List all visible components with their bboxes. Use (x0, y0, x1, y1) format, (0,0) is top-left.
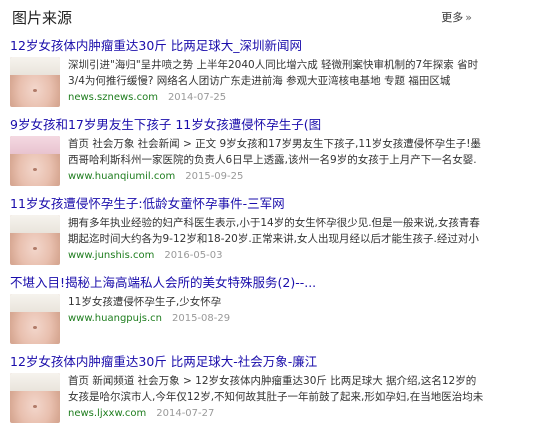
result-meta: news.ljxxw.com 2014-07-27 (68, 407, 214, 421)
result-snippet: 11岁女孩遭侵怀孕生子,少女怀孕 (68, 296, 222, 308)
result-thumbnail[interactable] (10, 136, 60, 186)
result-snippet: 拥有多年执业经验的妇产科医生表示,小于14岁的女生怀孕很少见.但是一般来说,女孩… (68, 217, 480, 245)
result-meta: www.junshis.com 2016-05-03 (68, 249, 222, 263)
navel (33, 89, 37, 92)
navel (33, 168, 37, 171)
result-title-link[interactable]: 不堪入目!揭秘上海高端私人会所的美女特殊服务(2)--... (10, 274, 485, 291)
result-title-link[interactable]: 12岁女孩体内肿瘤重达30斤 比两足球大_深圳新闻网 (10, 37, 485, 54)
result-title-link[interactable]: 12岁女孩体内肿瘤重达30斤 比两足球大-社会万象-廉江 (10, 353, 485, 370)
thumbnail-image (10, 294, 60, 312)
result-date: 2016-05-03 (164, 250, 223, 261)
more-label: 更多 (441, 11, 464, 24)
result-item: 12岁女孩体内肿瘤重达30斤 比两足球大-社会万象-廉江 首页 新闻频道 社会万… (10, 353, 485, 435)
result-snippet: 深圳引进"海归"呈井喷之势 上半年2040人同比增六成 轻微刑案快审机制的7年探… (68, 59, 479, 87)
result-meta: www.huangpujs.cn 2015-08-29 (68, 312, 230, 326)
result-title-link[interactable]: 11岁女孩遭侵怀孕生子:低龄女童怀孕事件-三军网 (10, 195, 485, 212)
result-thumbnail[interactable] (10, 215, 60, 265)
result-source[interactable]: news.sznews.com (68, 92, 158, 103)
result-item: 不堪入目!揭秘上海高端私人会所的美女特殊服务(2)--... 11岁女孩遭侵怀孕… (10, 274, 485, 356)
result-date: 2014-07-25 (167, 92, 227, 103)
section-header: 图片来源 更多» (12, 8, 472, 30)
result-source[interactable]: news.ljxxw.com (68, 408, 146, 419)
result-thumbnail[interactable] (10, 373, 60, 423)
result-source[interactable]: www.huanqiumil.com (68, 171, 175, 182)
more-link[interactable]: 更多» (441, 10, 472, 26)
result-snippet: 首页 新闻频道 社会万象 > 12岁女孩体内肿瘤重达30斤 比两足球大 据介绍,… (68, 375, 484, 403)
thumbnail-image (10, 57, 60, 75)
result-source[interactable]: www.junshis.com (68, 250, 154, 261)
result-title-link[interactable]: 9岁女孩和17岁男友生下孩子 11岁女孩遭侵怀孕生子(图 (10, 116, 485, 133)
result-snippet: 首页 社会万象 社会新闻 > 正文 9岁女孩和17岁男友生下孩子,11岁女孩遭侵… (68, 138, 481, 166)
thumbnail-image (10, 215, 60, 233)
result-item: 11岁女孩遭侵怀孕生子:低龄女童怀孕事件-三军网 拥有多年执业经验的妇产科医生表… (10, 195, 485, 277)
result-item: 12岁女孩体内肿瘤重达30斤 比两足球大_深圳新闻网 深圳引进"海归"呈井喷之势… (10, 37, 485, 119)
navel (33, 405, 37, 408)
section-title: 图片来源 (12, 9, 73, 27)
result-source[interactable]: www.huangpujs.cn (68, 313, 162, 324)
result-thumbnail[interactable] (10, 57, 60, 107)
result-thumbnail[interactable] (10, 294, 60, 344)
thumbnail-image (10, 373, 60, 391)
double-chevron-right-icon: » (465, 11, 472, 24)
navel (33, 247, 37, 250)
result-date: 2014-07-27 (156, 408, 215, 419)
result-meta: www.huanqiumil.com 2015-09-25 (68, 170, 243, 184)
result-meta: news.sznews.com 2014-07-25 (68, 91, 226, 105)
result-date: 2015-09-25 (185, 171, 244, 182)
navel (33, 326, 37, 329)
result-date: 2015-08-29 (171, 313, 231, 324)
result-item: 9岁女孩和17岁男友生下孩子 11岁女孩遭侵怀孕生子(图 首页 社会万象 社会新… (10, 116, 485, 198)
thumbnail-image (10, 136, 60, 154)
